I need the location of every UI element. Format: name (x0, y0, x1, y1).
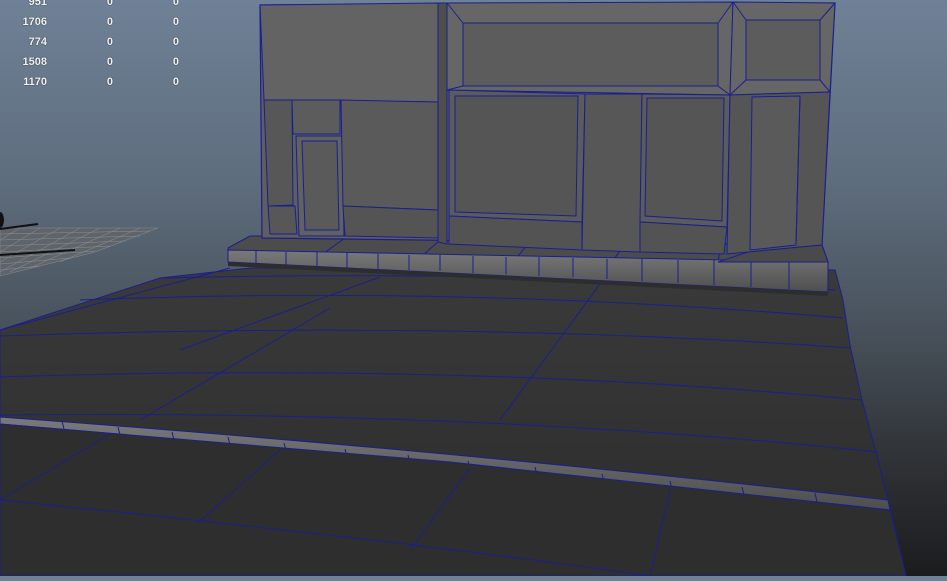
hud-row: 951 0 0 (0, 0, 200, 10)
hud-value: 0 (172, 56, 179, 68)
storefront-building (259, 1, 836, 263)
hud-value: 0 (172, 36, 179, 48)
ground-grid (0, 212, 159, 277)
hud-row: 1706 0 0 (0, 16, 200, 30)
hud-value: 0 (106, 56, 113, 68)
hud-value: 1706 (22, 16, 47, 28)
hud-value: 0 (106, 36, 113, 48)
hud-value: 1170 (23, 76, 47, 88)
hud-value: 0 (172, 76, 179, 88)
hud-value: 0 (172, 0, 179, 8)
maya-viewport[interactable]: 951 0 0 1706 0 0 774 0 0 1508 0 0 1170 0… (0, 0, 947, 577)
hud-value: 0 (172, 16, 179, 28)
hud-value: 774 (28, 36, 47, 48)
hud-row: 1508 0 0 (0, 56, 200, 70)
hud-row: 1170 0 0 (0, 76, 200, 90)
hud-value: 0 (106, 16, 113, 28)
hud-row: 774 0 0 (0, 36, 200, 50)
hud-value: 1508 (22, 56, 47, 68)
hud-value: 0 (106, 76, 113, 88)
hud-value: 951 (28, 0, 47, 8)
hud-value: 0 (106, 0, 113, 8)
